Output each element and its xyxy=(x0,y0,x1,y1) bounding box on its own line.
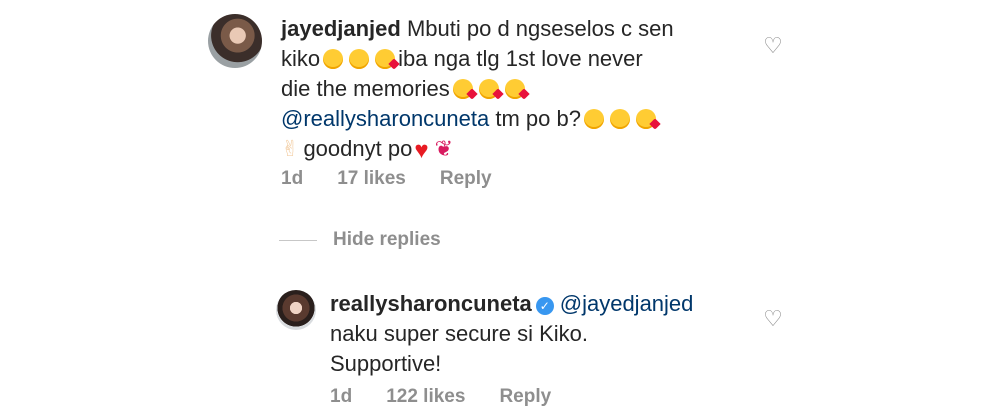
avatar[interactable] xyxy=(208,14,262,68)
wink-emoji-icon xyxy=(349,49,370,69)
comment-username[interactable]: jayedjanjed xyxy=(281,16,401,41)
verified-badge-icon: ✓ xyxy=(535,297,554,315)
kiss-mark-emoji-icon: ❦ xyxy=(434,136,453,161)
comment-time: 1d xyxy=(281,168,304,189)
reply-button[interactable]: Reply xyxy=(440,168,492,189)
hide-replies-label[interactable]: Hide replies xyxy=(333,229,441,251)
avatar[interactable] xyxy=(276,290,316,330)
kiss-emoji-icon xyxy=(635,109,656,129)
comment-text-line: Mbuti po d ngseselos c sen xyxy=(406,16,674,41)
heart-outline-icon[interactable]: ♡ xyxy=(762,308,784,330)
reply-username[interactable]: reallysharoncuneta xyxy=(330,291,532,316)
comment-text-line: tm po b? xyxy=(495,106,581,131)
reply-button[interactable]: Reply xyxy=(499,386,551,407)
kiss-emoji-icon xyxy=(375,49,396,69)
kiss-emoji-icon xyxy=(504,79,525,99)
wink-emoji-icon xyxy=(609,109,630,129)
comment-text-line: kiko xyxy=(281,46,321,71)
comment-text-line: goodnyt po xyxy=(303,136,413,161)
reply-text-line: Supportive! xyxy=(330,351,442,376)
red-heart-emoji-icon: ♥ xyxy=(414,137,429,164)
kiss-emoji-icon xyxy=(478,79,499,99)
reply-time: 1d xyxy=(330,386,353,407)
hide-replies-button[interactable]: Hide replies xyxy=(279,228,441,252)
comment-body: jayedjanjed Mbuti po d ngseselos c sen k… xyxy=(281,14,751,166)
likes-count[interactable]: 122 likes xyxy=(386,386,465,407)
mention-link[interactable]: @jayedjanjed xyxy=(560,291,694,316)
likes-count[interactable]: 17 likes xyxy=(337,168,406,189)
peace-hand-emoji-icon: ✌ xyxy=(281,136,300,161)
reply-body: reallysharoncuneta ✓ @jayedjanjed naku sup… xyxy=(330,289,750,379)
reply-text-line: naku super secure si Kiko. xyxy=(330,321,589,346)
comment-text-line: die the memories xyxy=(281,76,450,101)
divider xyxy=(279,239,317,241)
mention-link[interactable]: @reallysharoncuneta xyxy=(281,106,489,131)
comment-meta: 1d 17 likes Reply xyxy=(281,168,526,190)
smile-emoji-icon xyxy=(583,109,604,129)
heart-outline-icon[interactable]: ♡ xyxy=(762,35,784,57)
reply-meta: 1d 122 likes Reply xyxy=(330,386,585,408)
kiss-emoji-icon xyxy=(452,79,473,99)
smile-emoji-icon xyxy=(323,49,344,69)
comment-text-line: iba nga tlg 1st love never xyxy=(398,46,643,71)
